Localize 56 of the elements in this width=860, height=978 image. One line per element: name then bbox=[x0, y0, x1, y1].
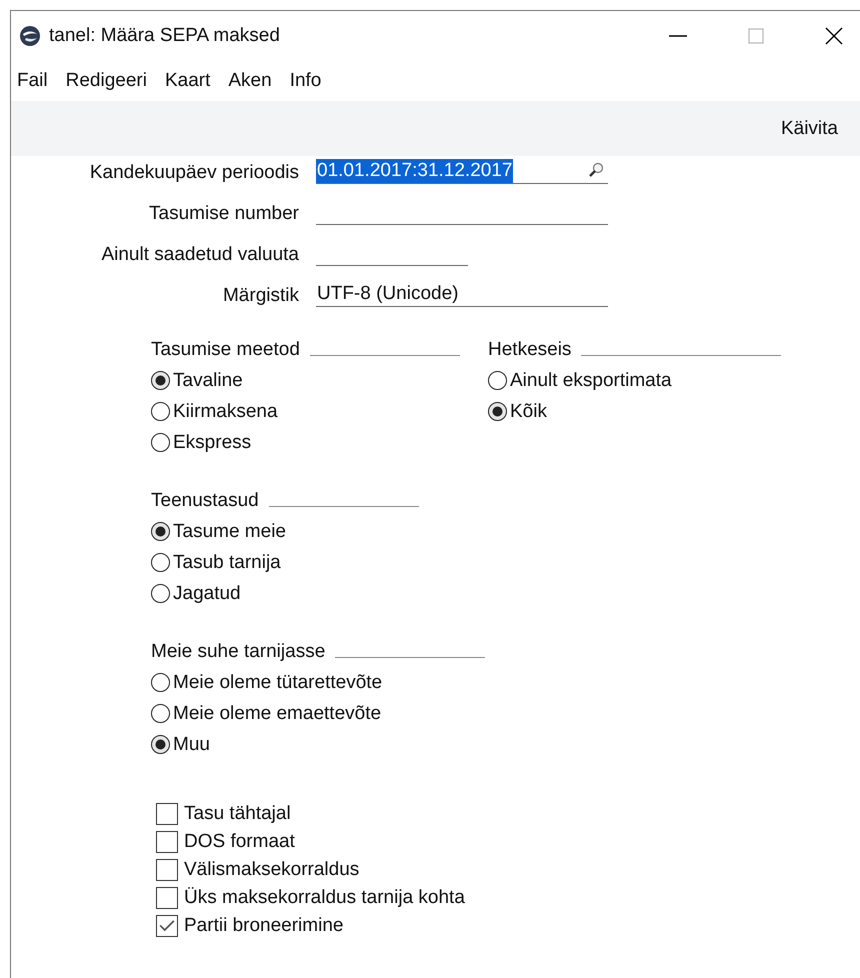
radio-button[interactable] bbox=[151, 673, 170, 692]
radio-button[interactable] bbox=[488, 402, 507, 421]
radio-label: Jagatud bbox=[173, 582, 241, 604]
menu-item[interactable]: Fail bbox=[17, 70, 48, 92]
radio-button[interactable] bbox=[151, 553, 170, 572]
menu-item[interactable]: Aken bbox=[228, 70, 272, 92]
radio-button[interactable] bbox=[151, 584, 170, 603]
radio-button[interactable] bbox=[151, 735, 170, 754]
input-field[interactable]: UTF-8 (Unicode) bbox=[316, 281, 608, 307]
field-value: 01.01.2017:31.12.2017 bbox=[316, 158, 514, 182]
radio-button[interactable] bbox=[151, 402, 170, 421]
radio-button[interactable] bbox=[151, 704, 170, 723]
radio-label: Kiirmaksena bbox=[173, 400, 278, 422]
checkbox-label: Tasu tähtajal bbox=[184, 803, 291, 825]
radio-label: Tasub tarnija bbox=[173, 552, 281, 574]
radio-label: Tavaline bbox=[173, 370, 243, 392]
checkbox[interactable] bbox=[156, 915, 178, 937]
checkmark-icon bbox=[159, 919, 175, 933]
checkbox-label: Partii broneerimine bbox=[184, 915, 344, 937]
window-title: tanel: Määra SEPA maksed bbox=[49, 25, 280, 47]
field-label: Tasumise number bbox=[148, 203, 300, 225]
run-button[interactable]: Käivita bbox=[774, 114, 844, 144]
input-field[interactable]: 01.01.2017:31.12.2017 bbox=[316, 158, 608, 184]
menu-item[interactable]: Redigeeri bbox=[66, 70, 147, 92]
group-title: Teenustasud bbox=[151, 490, 259, 512]
group-title: Tasumise meetod bbox=[151, 339, 300, 361]
checkbox[interactable] bbox=[156, 831, 178, 853]
close-icon[interactable] bbox=[824, 26, 844, 46]
app-logo-icon bbox=[19, 25, 41, 47]
menu-item[interactable]: Info bbox=[290, 70, 322, 92]
minimize-icon[interactable] bbox=[668, 34, 688, 38]
radio-label: Ainult eksportimata bbox=[510, 370, 672, 392]
radio-label: Tasume meie bbox=[173, 520, 286, 542]
checkbox[interactable] bbox=[156, 859, 178, 881]
group-title: Meie suhe tarnijasse bbox=[151, 641, 326, 663]
radio-button[interactable] bbox=[151, 522, 170, 541]
checkbox-label: DOS formaat bbox=[184, 831, 295, 853]
radio-label: Meie oleme tütarettevõte bbox=[173, 672, 382, 694]
checkbox-label: Üks maksekorraldus tarnija kohta bbox=[184, 887, 465, 909]
checkbox[interactable] bbox=[156, 887, 178, 909]
radio-button[interactable] bbox=[488, 371, 507, 390]
field-value: UTF-8 (Unicode) bbox=[316, 282, 460, 306]
radio-label: Meie oleme emaettevõte bbox=[173, 702, 382, 724]
radio-label: Muu bbox=[173, 734, 210, 756]
radio-label: Kõik bbox=[510, 400, 547, 422]
radio-button[interactable] bbox=[151, 371, 170, 390]
radio-button[interactable] bbox=[151, 433, 170, 452]
menu-item[interactable]: Kaart bbox=[164, 70, 210, 92]
checkbox-label: Välismaksekorraldus bbox=[184, 859, 360, 881]
search-icon[interactable] bbox=[588, 162, 604, 178]
field-label: Märgistik bbox=[222, 285, 300, 307]
checkbox[interactable] bbox=[156, 803, 178, 825]
radio-label: Ekspress bbox=[173, 432, 252, 454]
field-label: Kandekuupäev perioodis bbox=[88, 162, 300, 184]
field-label: Ainult saadetud valuuta bbox=[100, 244, 300, 266]
group-title: Hetkeseis bbox=[488, 339, 572, 361]
